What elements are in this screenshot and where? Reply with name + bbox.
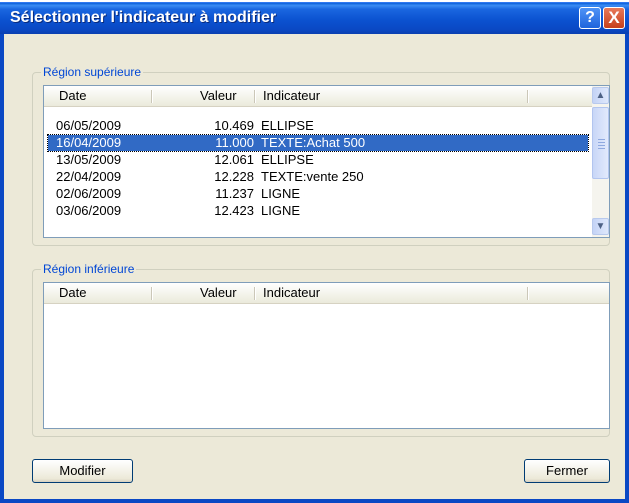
- row-value: 10.469: [214, 118, 254, 133]
- upper-indicator-list[interactable]: Date Valeur Indicateur 06/05/2009 10.469 E…: [43, 85, 610, 238]
- window-frame-bottom: [0, 499, 629, 503]
- scroll-grip-line: [598, 142, 605, 143]
- dialog-window: Sélectionner l'indicateur à modifier ? X…: [0, 2, 629, 503]
- row-date: 02/06/2009: [56, 186, 122, 201]
- close-button[interactable]: Fermer: [524, 459, 610, 483]
- lower-col-separator[interactable]: [527, 287, 529, 300]
- upper-col-separator[interactable]: [527, 90, 529, 103]
- help-button[interactable]: ?: [579, 7, 601, 29]
- row-indicator: LIGNE: [261, 186, 301, 201]
- scroll-up-button[interactable]: ▲: [592, 87, 609, 104]
- dialog-title: Sélectionner l'indicateur à modifier: [10, 9, 277, 26]
- title-bar[interactable]: Sélectionner l'indicateur à modifier ? X: [0, 2, 629, 34]
- row-indicator: ELLIPSE: [261, 152, 314, 167]
- upper-list-header: Date Valeur Indicateur: [44, 86, 592, 107]
- close-window-button[interactable]: X: [603, 7, 625, 29]
- lower-list-header: Date Valeur Indicateur: [44, 283, 609, 304]
- row-indicator: TEXTE:Achat 500: [261, 135, 366, 150]
- window-frame-left: [0, 34, 4, 503]
- lower-indicator-list[interactable]: Date Valeur Indicateur: [43, 282, 610, 429]
- scroll-down-button[interactable]: ▼: [592, 218, 609, 235]
- row-value: 12.061: [214, 152, 254, 167]
- upper-col-date[interactable]: Date: [59, 86, 86, 106]
- table-row[interactable]: 03/06/2009 12.423 LIGNE: [48, 203, 588, 219]
- lower-col-date[interactable]: Date: [59, 283, 86, 303]
- table-row[interactable]: 22/04/2009 12.228 TEXTE:vente 250: [48, 169, 588, 185]
- row-value: 12.423: [214, 203, 254, 218]
- row-value: 11.237: [215, 186, 254, 201]
- row-value: 12.228: [214, 169, 254, 184]
- scroll-grip-line: [598, 139, 605, 140]
- lower-col-separator[interactable]: [254, 287, 256, 300]
- lower-region-label: Région inférieure: [41, 262, 137, 276]
- table-row[interactable]: 06/05/2009 10.469 ELLIPSE: [48, 118, 588, 134]
- upper-region-label: Région supérieure: [41, 65, 144, 79]
- row-date: 16/04/2009: [56, 135, 122, 150]
- upper-col-indicator[interactable]: Indicateur: [263, 86, 320, 106]
- upper-list-scrollbar[interactable]: ▲ ▼: [592, 86, 609, 237]
- row-indicator: ELLIPSE: [261, 118, 314, 133]
- row-value: 11.000: [215, 135, 254, 150]
- lower-col-separator[interactable]: [151, 287, 153, 300]
- table-row[interactable]: 13/05/2009 12.061 ELLIPSE: [48, 152, 588, 168]
- scroll-thumb[interactable]: [592, 107, 609, 179]
- table-row[interactable]: 02/06/2009 11.237 LIGNE: [48, 186, 588, 202]
- row-date: 13/05/2009: [56, 152, 122, 167]
- lower-col-value[interactable]: Valeur: [200, 283, 237, 303]
- scroll-down-arrow-icon: ▼: [595, 221, 606, 232]
- help-icon: ?: [585, 9, 595, 26]
- row-date: 03/06/2009: [56, 203, 122, 218]
- window-frame-right: [625, 34, 629, 503]
- lower-col-indicator[interactable]: Indicateur: [263, 283, 320, 303]
- table-row[interactable]: 16/04/2009 11.000 TEXTE:Achat 500: [47, 134, 589, 152]
- row-indicator: TEXTE:vente 250: [261, 169, 364, 184]
- scroll-grip-line: [598, 145, 605, 146]
- scroll-up-arrow-icon: ▲: [595, 90, 606, 101]
- scroll-grip-line: [598, 148, 605, 149]
- row-indicator: LIGNE: [261, 203, 301, 218]
- close-icon: X: [608, 8, 620, 27]
- upper-col-value[interactable]: Valeur: [200, 86, 237, 106]
- modify-button[interactable]: Modifier: [32, 459, 133, 483]
- upper-col-separator[interactable]: [151, 90, 153, 103]
- upper-col-separator[interactable]: [254, 90, 256, 103]
- row-date: 22/04/2009: [56, 169, 122, 184]
- row-date: 06/05/2009: [56, 118, 122, 133]
